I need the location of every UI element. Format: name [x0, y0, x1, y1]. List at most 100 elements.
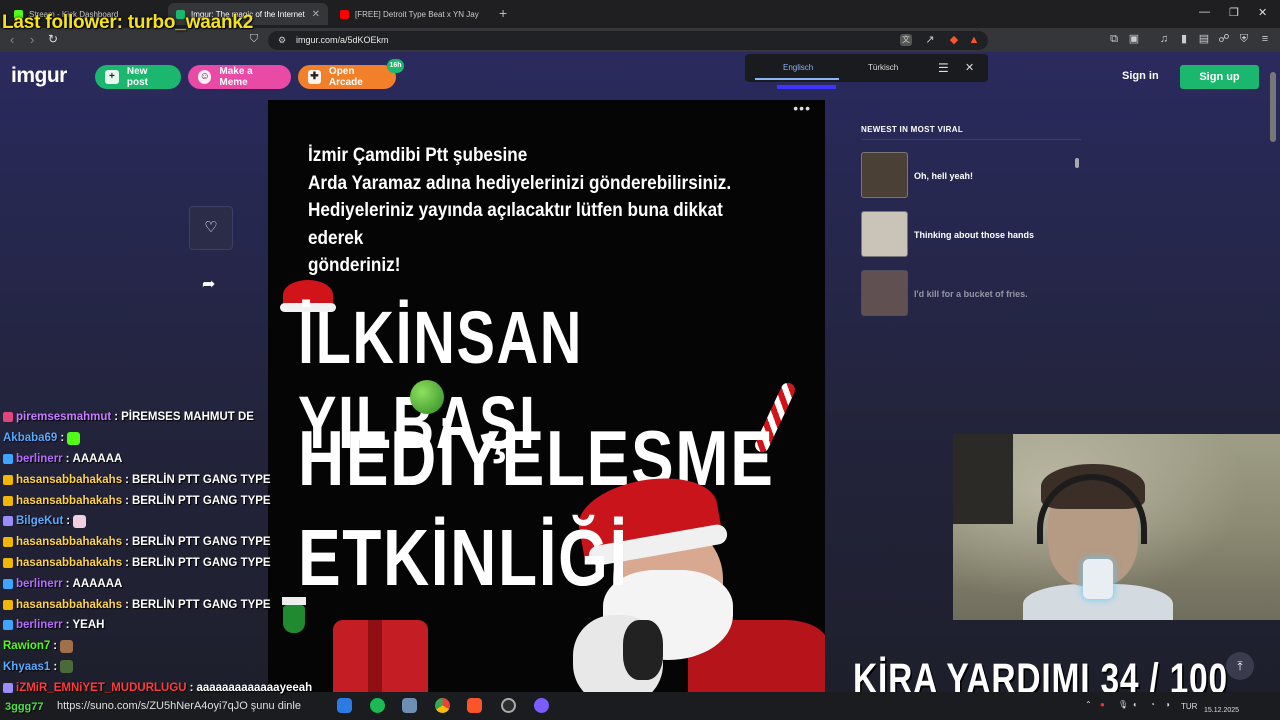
chat-username[interactable]: berlinerr — [16, 578, 63, 590]
sidebar-scroll-indicator — [1075, 158, 1079, 168]
site-info-icon[interactable]: ⚙ — [276, 34, 288, 46]
spotify-icon[interactable] — [370, 698, 385, 713]
shield-icon[interactable]: ⛨ — [1238, 33, 1250, 45]
open-arcade-button[interactable]: ✚ Open Arcade — [298, 65, 396, 89]
chat-message: hasansabbahakahs: BERLİN PTT GANG TYPE — [3, 490, 273, 511]
chat-username[interactable]: hasansabbahakahs — [16, 495, 122, 507]
address-bar[interactable]: ⚙ imgur.com/a/5dKOEkm 文 ↗ ◆ ▲ — [268, 31, 988, 50]
open-arcade-label: Open Arcade — [328, 66, 363, 88]
keyboard-language[interactable]: TUR — [1181, 702, 1197, 711]
close-tab-icon[interactable]: ✕ — [312, 9, 320, 20]
last-follower-overlay: Last follower: turbo_waank2 — [2, 12, 254, 33]
progress-accent — [777, 85, 836, 89]
sign-up-button[interactable]: Sign up — [1180, 65, 1259, 89]
chat-username[interactable]: hasansabbahakahs — [16, 536, 122, 548]
chat-separator: : — [125, 536, 129, 549]
chat-text: BERLİN PTT GANG TYPE — [131, 473, 271, 486]
close-window-icon[interactable]: ✕ — [1258, 6, 1267, 19]
caption-line: Hediyeleriniz yayında açılacaktır lütfen… — [308, 199, 723, 249]
chat-text: BERLİN PTT GANG TYPE — [131, 536, 271, 549]
chat-badge-icon — [3, 682, 13, 693]
chrome-icon[interactable] — [435, 698, 450, 713]
chat-username[interactable]: Khyaas1 — [3, 661, 50, 673]
forward-icon[interactable]: › — [30, 32, 34, 47]
headline-3: ETKİNLİĞİ — [298, 513, 629, 602]
microphone-tray-icon[interactable]: 🎙 — [1118, 700, 1128, 709]
back-icon[interactable]: ‹ — [10, 32, 14, 47]
page-scrollbar[interactable] — [1270, 72, 1276, 142]
chat-username[interactable]: hasansabbahakahs — [16, 474, 122, 486]
lang-turkish-tab[interactable]: Türkisch — [868, 63, 898, 72]
chat-username[interactable]: iZMiR_EMNiYET_MUDURLUGU — [16, 682, 187, 694]
brave-shield-icon[interactable]: ◆ — [948, 34, 960, 46]
sign-in-link[interactable]: Sign in — [1122, 70, 1159, 82]
obs-icon[interactable] — [501, 698, 516, 713]
translate-icon[interactable]: 文 — [900, 34, 912, 46]
menu-icon[interactable]: ≡ — [1259, 33, 1271, 45]
stocking-trim — [282, 597, 306, 605]
viral-item[interactable]: Thinking about those hands — [861, 211, 1081, 257]
lang-english-tab[interactable]: Englisch — [783, 63, 813, 72]
explorer-icon[interactable] — [337, 698, 352, 713]
tray-app-icon[interactable]: ● — [1100, 700, 1105, 709]
tray-icon[interactable]: ◐ — [1133, 700, 1138, 709]
minimize-icon[interactable]: — — [1199, 6, 1210, 18]
chat-separator: : — [125, 598, 129, 611]
calculator-icon[interactable] — [402, 698, 417, 713]
chat-badge-icon — [3, 620, 13, 631]
scroll-to-top-button[interactable]: ⤒ — [1226, 652, 1254, 680]
share-arrow-icon[interactable]: ➦ — [202, 274, 215, 294]
make-meme-button[interactable]: ☺ Make a Meme — [188, 65, 291, 89]
post-caption: İzmir Çamdibi Ptt şubesine Arda Yaramaz … — [308, 142, 748, 280]
chat-separator: : — [66, 515, 71, 528]
network-icon[interactable]: ◔ — [1150, 700, 1155, 709]
chat-message: berlinerr: YEAH — [3, 615, 273, 636]
viral-thumbnail — [861, 211, 908, 257]
translate-menu-icon[interactable]: ☰ — [938, 61, 949, 75]
app-icon[interactable] — [534, 698, 549, 713]
chat-username[interactable]: BilgeKut — [16, 515, 63, 527]
sidebar-divider — [861, 139, 1081, 140]
wallet-icon[interactable]: ▤ — [1198, 33, 1210, 45]
chat-username[interactable]: berlinerr — [16, 619, 63, 631]
chat-username[interactable]: piremsesmahmut — [16, 411, 111, 423]
screenshot-icon[interactable]: ▣ — [1128, 33, 1140, 45]
sidebar-icon[interactable]: ▮ — [1178, 33, 1190, 45]
viral-item[interactable]: I'd kill for a bucket of fries. — [861, 270, 1081, 316]
chat-separator: : — [53, 660, 58, 673]
taskbar-search[interactable]: https://suno.com/s/ZU5hNerA4oyi7qJO şunu… — [33, 696, 323, 716]
brave-rewards-icon[interactable]: ▲ — [968, 34, 980, 46]
chat-separator: : — [189, 681, 194, 694]
favorite-button[interactable]: ♡ — [189, 206, 233, 250]
restore-icon[interactable]: ❐ — [1229, 6, 1239, 19]
tab-youtube[interactable]: [FREE] Detroit Type Beat x YN Jay — [332, 3, 492, 25]
chat-badge-icon — [3, 599, 13, 610]
post-more-icon[interactable]: ••• — [793, 100, 811, 116]
chat-message: BilgeKut: — [3, 511, 273, 532]
viral-item[interactable]: Oh, hell yeah! — [861, 152, 1081, 198]
bookmark-icon[interactable]: ⛉ — [248, 33, 260, 45]
tray-expand-icon[interactable]: ⌃ — [1085, 700, 1092, 709]
media-icon[interactable]: ♫ — [1158, 33, 1170, 45]
chat-username[interactable]: berlinerr — [16, 453, 63, 465]
chat-username[interactable]: hasansabbahakahs — [16, 599, 122, 611]
chat-text: aaaaaaaaaaaaayeeah — [196, 681, 313, 694]
brave-icon[interactable] — [467, 698, 482, 713]
chat-message: hasansabbahakahs: BERLİN PTT GANG TYPE — [3, 594, 273, 615]
chat-message: berlinerr: AAAAAA — [3, 449, 273, 470]
volume-icon[interactable]: ◑ — [1165, 700, 1170, 709]
chat-username[interactable]: Rawion7 — [3, 640, 50, 652]
chat-username[interactable]: hasansabbahakahs — [16, 557, 122, 569]
viral-thumbnail — [861, 270, 908, 316]
share-page-icon[interactable]: ↗ — [924, 34, 936, 46]
chat-badge-icon — [3, 537, 13, 548]
chat-badge-icon — [3, 474, 13, 485]
imgur-logo[interactable]: imgur — [11, 64, 67, 88]
extensions-icon[interactable]: ⧉ — [1108, 33, 1120, 45]
chat-username[interactable]: Akbaba69 — [3, 432, 57, 444]
vpn-icon[interactable]: ☍ — [1218, 33, 1230, 45]
new-tab-icon[interactable]: + — [499, 5, 507, 21]
translate-close-icon[interactable]: ✕ — [965, 61, 974, 74]
new-post-button[interactable]: + New post — [95, 65, 181, 89]
reload-icon[interactable]: ↻ — [48, 32, 58, 46]
